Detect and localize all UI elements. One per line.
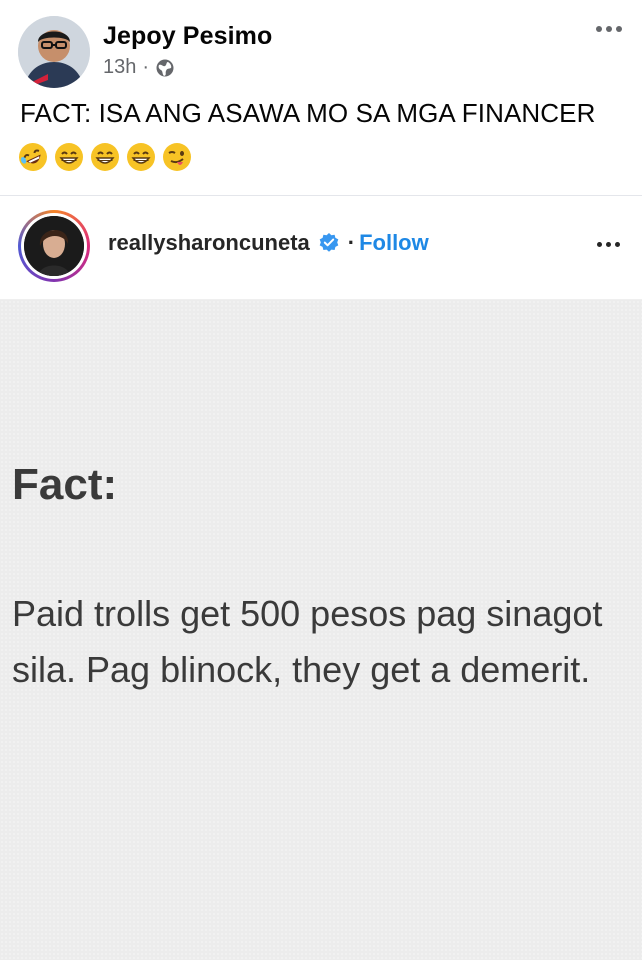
instagram-avatar[interactable] [18,210,90,282]
fact-body: Paid trolls get 500 pesos pag sinagot si… [12,593,603,690]
post-meta: 13h · [103,56,175,79]
instagram-more-options-icon[interactable] [597,242,620,247]
winking-tongue-face-emoji-icon [163,143,191,171]
fact-title: Fact: [12,460,118,509]
verified-badge-icon [319,233,339,252]
meta-separator: · [142,56,150,78]
grinning-face-emoji-icon [55,143,83,171]
instagram-username[interactable]: reallysharoncuneta [108,230,310,256]
instagram-header: reallysharoncuneta · Follow [0,196,642,300]
post-time[interactable]: 13h [103,56,136,79]
emoji-row [18,142,192,172]
instagram-user-line: reallysharoncuneta · Follow [108,230,429,256]
rolling-on-floor-laughing-emoji-icon [19,143,47,171]
post-text: FACT: ISA ANG ASAWA MO SA MGA FINANCER [20,98,596,128]
globe-icon [156,59,174,76]
follow-separator: · [347,230,356,255]
post-header: Jepoy Pesimo 13h · [0,0,642,90]
author-name[interactable]: Jepoy Pesimo [103,22,272,51]
grinning-face-emoji-icon [127,143,155,171]
post-more-options-icon[interactable] [596,26,622,32]
follow-button[interactable]: Follow [359,230,429,256]
author-avatar[interactable] [18,16,90,88]
instagram-image[interactable]: Fact: Paid trolls get 500 pesos pag sina… [0,300,642,960]
grinning-face-emoji-icon [91,143,119,171]
shared-instagram-post[interactable]: reallysharoncuneta · Follow Fact: Paid t… [0,195,642,960]
